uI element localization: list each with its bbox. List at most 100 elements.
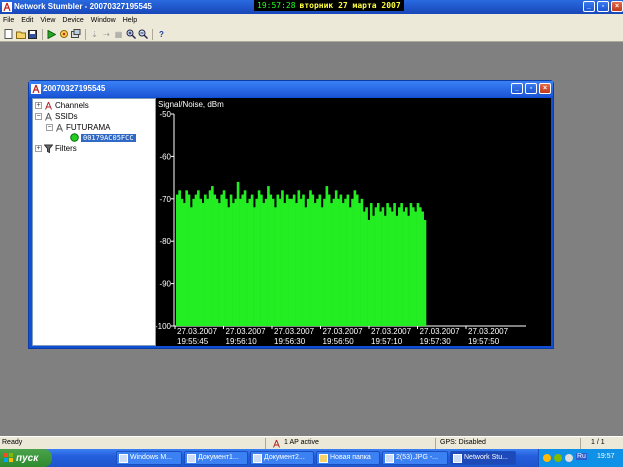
maximize-icon[interactable]: ▫ (525, 83, 537, 94)
network-tray-icon[interactable] (565, 454, 573, 462)
menu-device[interactable]: Device (62, 17, 83, 24)
tree-node-ap[interactable]: 00179AC05FCC (70, 133, 136, 142)
capture-window-title-bar[interactable]: 20070327195545 _ ▫ × (29, 81, 553, 97)
help-icon[interactable]: ? (156, 29, 167, 40)
taskbar-item-windows-media[interactable]: Windows M... (116, 451, 182, 465)
toolbar: ⇣ ⇢ ▦ ? (0, 27, 623, 42)
collapse-icon[interactable]: − (35, 113, 42, 120)
save-icon[interactable] (27, 29, 38, 40)
minimize-icon[interactable]: _ (511, 83, 523, 94)
close-icon[interactable]: × (539, 83, 551, 94)
expand-icon[interactable]: + (35, 102, 42, 109)
menu-bar: File Edit View Device Window Help (0, 14, 623, 27)
signal-bar (360, 198, 364, 326)
signal-bar (208, 190, 212, 326)
signal-bar (271, 198, 275, 326)
signal-bar (381, 207, 385, 326)
tray-icon[interactable] (543, 454, 551, 462)
signal-bar (400, 203, 403, 326)
maximize-icon[interactable]: ▫ (597, 1, 609, 12)
signal-bar (355, 194, 359, 326)
tree-node-filters[interactable]: + Filters (35, 144, 77, 153)
signal-bar (311, 194, 315, 326)
signal-bar (241, 194, 245, 326)
play-icon[interactable] (46, 29, 57, 40)
network-stumbler-icon (453, 454, 462, 463)
zoom-out-icon[interactable] (137, 29, 148, 40)
signal-bar (239, 198, 242, 326)
tree-node-network[interactable]: − FUTURAMA (46, 123, 110, 132)
scan-icon[interactable] (58, 29, 69, 40)
capture-window-controls: _ ▫ × (511, 83, 551, 94)
signal-bar (227, 207, 231, 326)
taskbar-item-new-folder[interactable]: Новая папка (316, 451, 380, 465)
folder-icon (319, 454, 328, 463)
tile-icon[interactable]: ▦ (113, 29, 124, 40)
x-tick-time: 19:56:10 (226, 337, 258, 346)
tree-node-ssids[interactable]: − SSIDs (35, 112, 78, 121)
signal-bar (313, 203, 317, 326)
window-controls: _ ▫ × (583, 1, 623, 12)
tree-node-channels[interactable]: + Channels (35, 101, 89, 110)
close-icon[interactable]: × (611, 1, 623, 12)
toolbar-separator (152, 28, 153, 40)
menu-file[interactable]: File (3, 17, 14, 24)
start-button[interactable]: пуск (0, 449, 52, 467)
x-tick-time: 19:57:50 (468, 337, 500, 346)
capture-window: 20070327195545 _ ▫ × + Channels − SSIDs … (28, 80, 554, 349)
signal-bar (262, 203, 266, 326)
app-icon (119, 454, 128, 463)
language-indicator[interactable]: Ru (576, 453, 587, 460)
antenna-icon (45, 101, 52, 110)
collapse-icon[interactable]: − (46, 124, 53, 131)
main-title-bar[interactable]: Network Stumbler - 20070327195545 19:57:… (0, 0, 623, 14)
taskbar-item-document2[interactable]: Документ2... (250, 451, 314, 465)
x-tick-date: 27.03.2007 (226, 327, 267, 336)
arrange-icon-2[interactable]: ⇢ (101, 29, 112, 40)
options-icon[interactable] (70, 29, 81, 40)
taskbar-item-document1[interactable]: Документ1... (184, 451, 248, 465)
signal-bar (395, 215, 399, 326)
menu-edit[interactable]: Edit (21, 17, 33, 24)
tree-label-ssids: SSIDs (55, 112, 78, 121)
x-tick-time: 19:57:30 (420, 337, 452, 346)
signal-bar (257, 190, 261, 326)
signal-bar (260, 194, 263, 326)
zoom-in-icon[interactable] (125, 29, 136, 40)
tray-icon[interactable] (554, 454, 562, 462)
signal-bar (185, 190, 188, 326)
open-icon[interactable] (15, 29, 26, 40)
x-tick-time: 19:57:10 (371, 337, 403, 346)
status-gps: GPS: Disabled (440, 439, 486, 446)
signal-bar (276, 194, 280, 326)
signal-bar (201, 203, 205, 326)
signal-bar (243, 190, 247, 326)
signal-bar (197, 190, 200, 326)
signal-bar (297, 190, 301, 326)
expand-icon[interactable]: + (35, 145, 42, 152)
status-ready: Ready (2, 439, 23, 446)
signal-bar (302, 194, 305, 326)
new-icon[interactable] (3, 29, 14, 40)
arrange-icon[interactable]: ⇣ (89, 29, 100, 40)
signal-bar (327, 194, 331, 326)
taskbar-item-network-stumbler[interactable]: Network Stu... (450, 451, 516, 465)
signal-chart: Signal/Noise, dBm -50 -60 -70 -80 -90 -100 27.0… (155, 98, 551, 346)
menu-help[interactable]: Help (123, 17, 137, 24)
signal-bar (232, 203, 235, 326)
signal-bar (222, 190, 226, 326)
x-tick-date: 27.03.2007 (177, 327, 218, 336)
signal-bar (274, 207, 277, 326)
signal-bar (180, 198, 184, 326)
taskbar-item-image[interactable]: 2(53).JPG -... (382, 451, 448, 465)
signal-bar (183, 203, 186, 326)
signal-bar (358, 203, 361, 326)
minimize-icon[interactable]: _ (583, 1, 595, 12)
menu-view[interactable]: View (40, 17, 55, 24)
toolbar-separator (42, 28, 43, 40)
signal-bar (283, 203, 287, 326)
signal-bar (362, 211, 366, 326)
menu-window[interactable]: Window (91, 17, 116, 24)
signal-bar (218, 203, 221, 326)
y-tick-label: -60 (159, 152, 171, 161)
